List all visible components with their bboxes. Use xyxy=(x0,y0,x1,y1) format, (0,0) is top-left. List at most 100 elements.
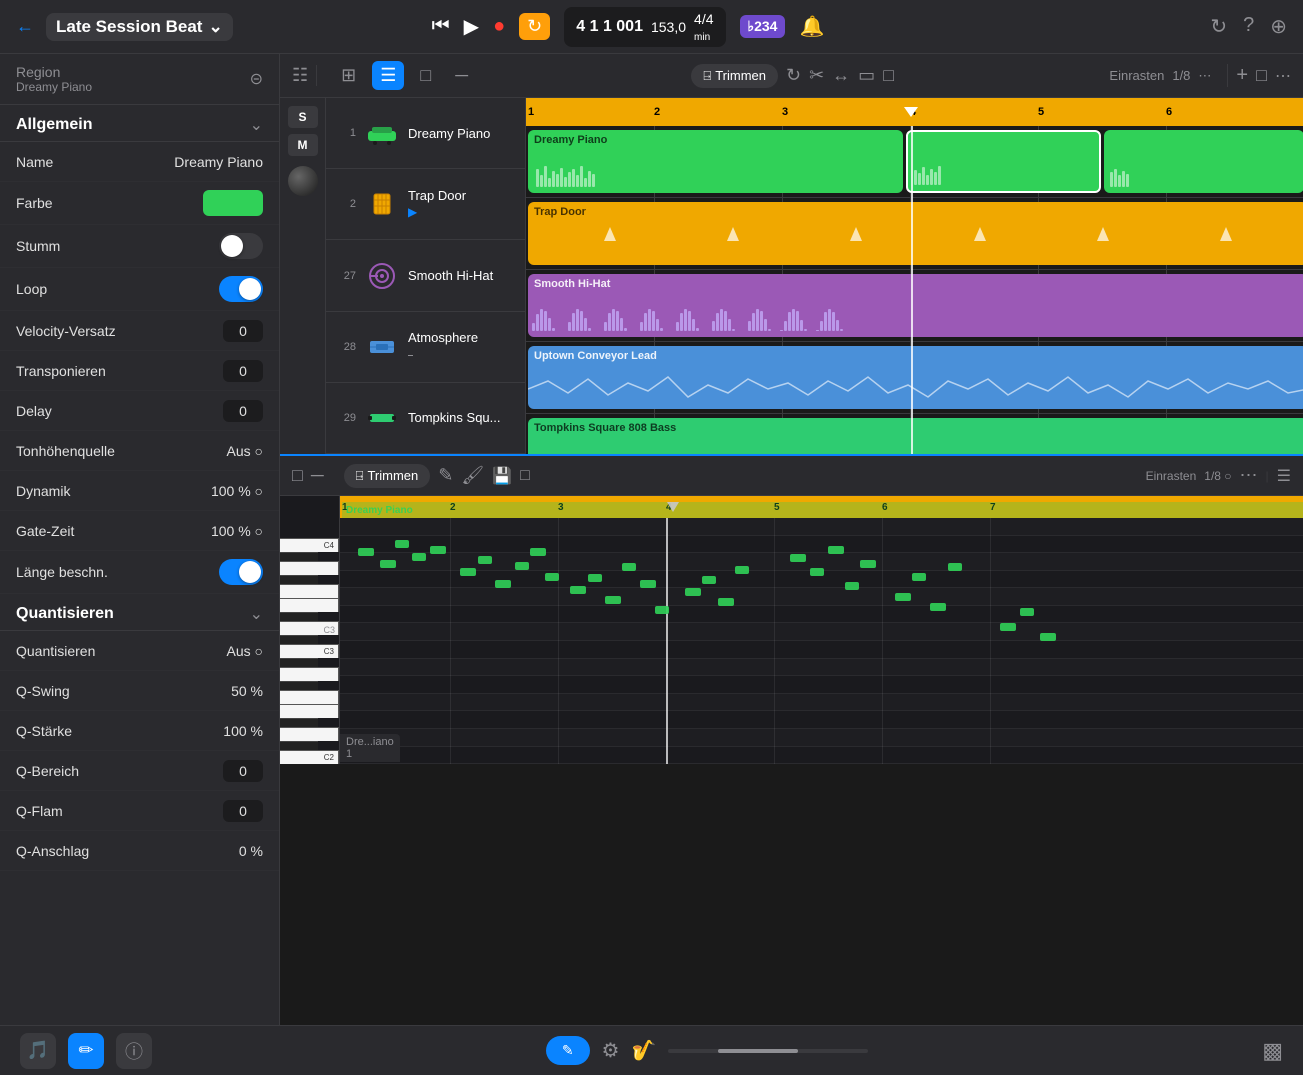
einrasten-value[interactable]: 1/8 xyxy=(1172,68,1190,83)
back-button[interactable]: ← xyxy=(16,16,34,37)
quant-section-header: Quantisieren ⌄ xyxy=(0,594,279,631)
tracks-canvas: Dreamy Piano xyxy=(526,126,1303,454)
more-options-button[interactable]: ⋯ xyxy=(1275,66,1291,86)
piano-trim-label: Trimmen xyxy=(367,468,418,483)
trim-button[interactable]: ⍈ Trimmen xyxy=(691,64,778,88)
play-button[interactable]: ▶ xyxy=(464,14,479,39)
list-tool[interactable]: ☰ xyxy=(372,61,404,90)
metronome-button[interactable]: 🔔 xyxy=(799,14,824,39)
track-item-1[interactable]: 2 Trap Door ▶ xyxy=(326,169,525,240)
prop-delay: Delay 0 xyxy=(0,391,279,431)
record-button[interactable]: ● xyxy=(493,15,505,38)
clip-smoothhihat-label: Smooth Hi-Hat xyxy=(534,278,1302,290)
position-display: 4 1 1 001 153,0 4/4min xyxy=(564,7,725,47)
midi-note xyxy=(380,560,396,568)
color-swatch[interactable] xyxy=(203,190,263,216)
piano-more-button[interactable]: ⋯ xyxy=(1240,465,1258,486)
undo-tool[interactable]: ↻ xyxy=(786,65,801,86)
clip-atmosphere[interactable]: Uptown Conveyor Lead xyxy=(528,346,1303,409)
pencil-mode-button[interactable]: ✎ xyxy=(546,1036,590,1065)
clip-dreamy-3[interactable] xyxy=(1104,130,1303,193)
quant-collapse-icon[interactable]: ⌄ xyxy=(250,604,263,624)
transpose-value[interactable]: 0 xyxy=(223,360,263,382)
qanschlag-value[interactable]: 0 % xyxy=(239,843,263,859)
velocity-value[interactable]: 0 xyxy=(223,320,263,342)
mute-button[interactable]: M xyxy=(288,134,318,156)
bottom-right-control[interactable]: ▩ xyxy=(1262,1038,1283,1064)
piano-cursor-tool[interactable]: ─ xyxy=(311,465,324,486)
arranger-more-icon[interactable]: ⋯ xyxy=(1198,68,1211,84)
gate-value[interactable]: 100 % ○ xyxy=(211,523,263,539)
piano-einrasten-value[interactable]: 1/8 ○ xyxy=(1204,469,1231,483)
pin-button[interactable]: ⊝ xyxy=(250,69,263,89)
piano-draw-tool[interactable]: ✎ xyxy=(438,465,453,486)
stumm-toggle[interactable] xyxy=(219,233,263,259)
allgemein-collapse-icon[interactable]: ⌄ xyxy=(250,115,263,135)
clip-dreamy-selected[interactable] xyxy=(906,130,1101,193)
track-item-0[interactable]: 1 Dreamy Piano xyxy=(326,98,525,169)
clip-dreamy-main[interactable]: Dreamy Piano xyxy=(528,130,903,193)
settings-button[interactable]: ⚙ xyxy=(602,1038,620,1063)
loop-button[interactable]: ↻ xyxy=(519,13,550,40)
qstaerke-value[interactable]: 100 % xyxy=(223,723,263,739)
midi-note xyxy=(622,563,636,571)
duplicate-tool[interactable]: □ xyxy=(883,65,894,86)
window-tool[interactable]: □ xyxy=(412,61,439,90)
piano-hamburger[interactable]: ☰ xyxy=(1277,466,1291,486)
piano-save-tool[interactable]: 💾 xyxy=(492,466,512,486)
qswing-value[interactable]: 50 % xyxy=(231,683,263,699)
add-button[interactable]: ⊕ xyxy=(1270,14,1287,39)
delay-value[interactable]: 0 xyxy=(223,400,263,422)
qflam-value[interactable]: 0 xyxy=(223,800,263,822)
cursor-tool[interactable]: ─ xyxy=(447,61,476,90)
clip-tompkins[interactable]: Tompkins Square 808 Bass xyxy=(528,418,1303,454)
mixer-view-button[interactable]: ✏ xyxy=(68,1033,104,1069)
piano-trim-button[interactable]: ⍈ Trimmen xyxy=(344,464,431,488)
clip-smoothhihat[interactable]: Smooth Hi-Hat document.write(Array(80).f… xyxy=(528,274,1303,337)
tonhoehe-value[interactable]: Aus ○ xyxy=(227,443,263,459)
key-badge[interactable]: ♭234 xyxy=(740,15,786,38)
laenge-toggle[interactable] xyxy=(219,559,263,585)
info-button[interactable]: ⓘ xyxy=(116,1033,152,1069)
track-name-3: Atmosphere xyxy=(408,330,478,345)
equalizer-button[interactable]: 🎷 xyxy=(631,1038,656,1063)
quant-value[interactable]: Aus ○ xyxy=(227,643,263,659)
qbereich-value[interactable]: 0 xyxy=(223,760,263,782)
piano-einrasten-label: Einrasten xyxy=(1146,469,1197,483)
piano-roll-content[interactable]: 1 2 3 4 5 6 7 Dreamy Piano xyxy=(340,496,1303,764)
grid-tool[interactable]: ⊞ xyxy=(333,61,364,90)
loop-region-tool[interactable]: ▭ xyxy=(858,65,875,86)
scroll-thumb[interactable] xyxy=(718,1049,798,1053)
midi-note xyxy=(1020,608,1034,616)
center-area: ☷ ⊞ ☰ □ ─ ⍈ Trimmen ↻ ✂ ↔ ▭ □ xyxy=(280,54,1303,1025)
rewind-button[interactable]: ⏮ xyxy=(432,15,450,38)
track-name-2: Smooth Hi-Hat xyxy=(408,268,493,283)
einrasten-label: Einrasten xyxy=(1109,68,1164,83)
piano-copy-tool[interactable]: □ xyxy=(520,467,530,485)
midi-note xyxy=(478,556,492,564)
stretch-tool[interactable]: ↔ xyxy=(832,65,850,86)
clip-dreamy-label: Dreamy Piano xyxy=(534,134,607,146)
add-track-button[interactable]: + xyxy=(1236,64,1248,87)
transport-controls: ⏮ ▶ ● ↻ 4 1 1 001 153,0 4/4min ♭234 🔔 xyxy=(432,7,825,47)
track-expand-1[interactable]: ▶ xyxy=(408,205,417,219)
plugin-button[interactable]: 🎵 xyxy=(20,1033,56,1069)
master-knob[interactable] xyxy=(288,166,318,196)
piano-window-tool[interactable]: □ xyxy=(292,465,303,486)
loop-toggle[interactable] xyxy=(219,276,263,302)
help-button[interactable]: ? xyxy=(1243,14,1254,39)
scissors-tool[interactable]: ✂ xyxy=(809,65,824,86)
track-item-4[interactable]: 29 Tompkins Squ... xyxy=(326,383,525,454)
dynamik-value[interactable]: 100 % ○ xyxy=(211,483,263,499)
track-item-2[interactable]: 27 Smooth Hi-Hat xyxy=(326,240,525,311)
clip-trapdoor[interactable]: Trap Door xyxy=(528,202,1303,265)
solo-button[interactable]: S xyxy=(288,106,318,128)
undo-button[interactable]: ↻ xyxy=(1210,14,1227,39)
region-header: Region Dreamy Piano ⊝ xyxy=(0,54,279,105)
project-title-button[interactable]: Late Session Beat ⌄ xyxy=(46,13,233,41)
track-item-3[interactable]: 28 Atmosphere ⎯ xyxy=(326,312,525,383)
copy-region-button[interactable]: □ xyxy=(1256,65,1267,86)
filter-button[interactable]: ☷ xyxy=(292,65,308,86)
piano-trim-icon: ⍈ xyxy=(356,468,364,484)
piano-brush-tool[interactable]: 🖌 xyxy=(461,465,484,486)
